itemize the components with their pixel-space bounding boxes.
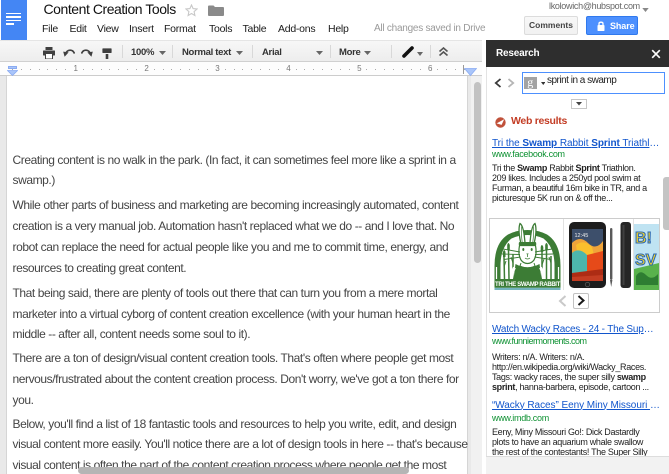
svg-text:SV: SV: [635, 252, 657, 269]
svg-text:12:45: 12:45: [575, 233, 589, 239]
svg-text:B!: B!: [635, 230, 652, 247]
svg-text:TRI THE SWAMP RABBIT: TRI THE SWAMP RABBIT: [495, 282, 561, 288]
